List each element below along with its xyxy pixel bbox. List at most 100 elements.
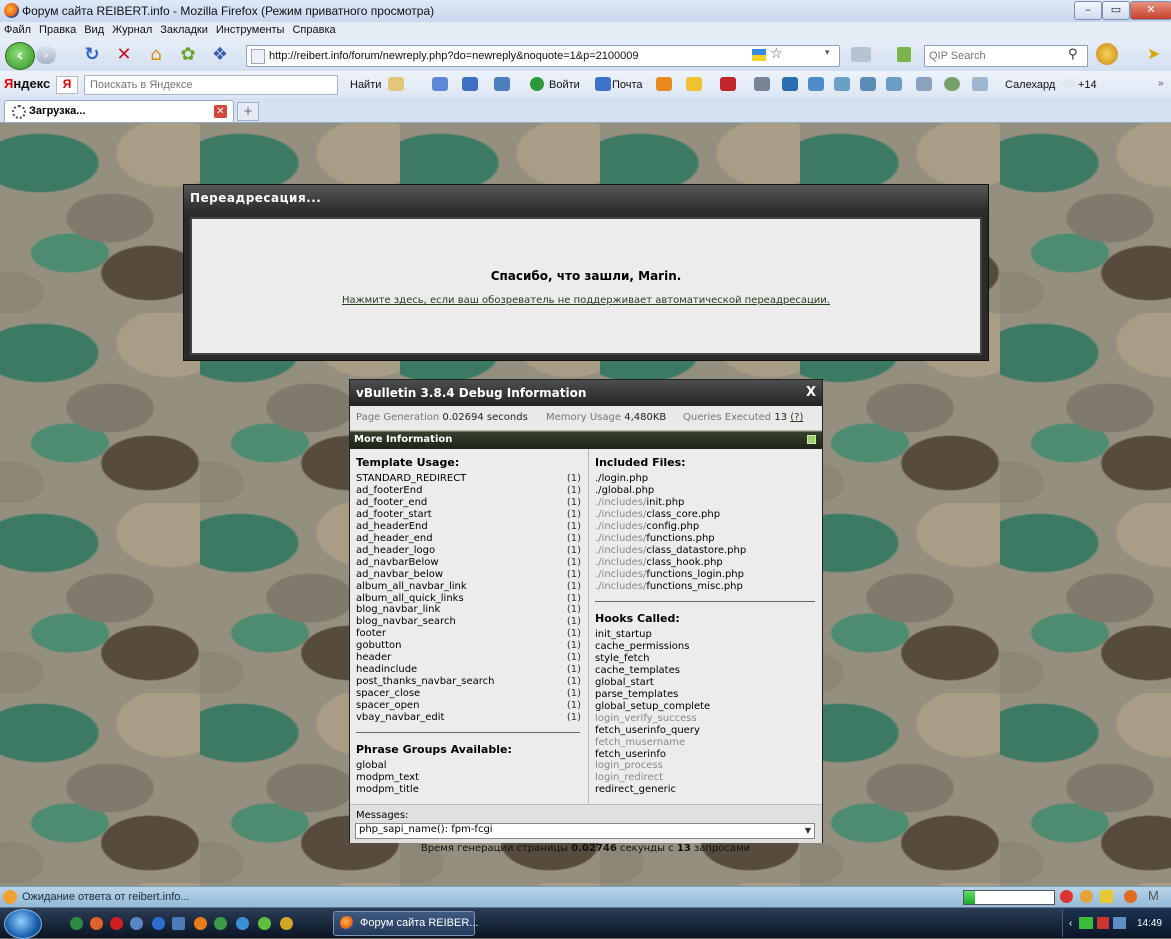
menu-bookmarks[interactable]: Закладки xyxy=(156,22,212,36)
globe-icon[interactable] xyxy=(236,917,249,930)
document-icon[interactable] xyxy=(972,77,988,91)
qip-search-box[interactable]: ⚲ xyxy=(924,45,1088,67)
new-tab-button[interactable]: + xyxy=(237,102,259,121)
template-name: ad_headerEnd xyxy=(356,520,428,532)
camera-icon[interactable] xyxy=(851,47,871,62)
firefox-status-icon[interactable] xyxy=(1124,890,1137,903)
yandex-ya-icon[interactable]: Я xyxy=(56,76,78,94)
menu-file[interactable]: Файл xyxy=(0,22,35,36)
yandex-mail-button[interactable]: Почта xyxy=(612,79,643,91)
people-icon[interactable] xyxy=(834,77,850,91)
file-name: class_datastore.php xyxy=(646,544,747,556)
photo-icon[interactable] xyxy=(916,77,932,91)
yandex-find-button[interactable]: Найти xyxy=(350,79,381,91)
menu-history[interactable]: Журнал xyxy=(108,22,156,36)
minimize-button[interactable]: – xyxy=(1074,1,1102,20)
login-icon[interactable] xyxy=(530,77,544,91)
icq-icon[interactable] xyxy=(258,917,271,930)
network-icon[interactable] xyxy=(1113,917,1126,929)
hook-item: cache_templates xyxy=(595,664,680,676)
taskbar-firefox-window[interactable]: Форум сайта REIBER... xyxy=(333,911,478,936)
translate-icon[interactable] xyxy=(462,77,478,91)
mail-icon[interactable] xyxy=(595,77,611,91)
quicklaunch-icon[interactable] xyxy=(280,917,293,930)
adblock-icon[interactable] xyxy=(1060,890,1073,903)
back-button[interactable]: ‹ xyxy=(5,42,35,70)
yandex-fish-icon[interactable] xyxy=(388,77,404,91)
start-button[interactable] xyxy=(4,909,42,939)
qip-icon[interactable] xyxy=(897,47,911,62)
toolbar-overflow-icon[interactable]: » xyxy=(1158,78,1164,89)
navigation-toolbar: ‹ › ↻ ✕ ⌂ ✿ ❖ ☆ ▾ ⚲ ➤ xyxy=(0,39,1171,72)
yandex-login-button[interactable]: Войти xyxy=(549,79,580,91)
yandex-logo[interactable]: Яндекс xyxy=(4,76,50,91)
reload-icon[interactable]: ↻ xyxy=(82,44,102,66)
clock[interactable]: 14:49 xyxy=(1137,918,1162,929)
messages-select[interactable]: php_sapi_name(): fpm-fcgi ▼ xyxy=(355,823,815,839)
quicklaunch-icon[interactable] xyxy=(70,917,83,930)
bookmark-star-icon[interactable]: ☆ xyxy=(770,46,783,62)
house-icon[interactable] xyxy=(860,77,876,91)
url-input[interactable] xyxy=(269,48,729,63)
search-icon[interactable]: ⚲ xyxy=(1068,47,1078,62)
friends-icon[interactable] xyxy=(886,77,902,91)
forward-button[interactable]: › xyxy=(36,46,56,64)
gear-icon[interactable] xyxy=(754,77,770,91)
template-usage-item: ad_footer_end (1) xyxy=(356,497,581,509)
star-icon[interactable] xyxy=(686,77,702,91)
debug-close-button[interactable]: X xyxy=(806,385,816,400)
monkey-status-icon[interactable] xyxy=(1080,890,1093,903)
firefox-icon[interactable] xyxy=(194,917,207,930)
close-window-button[interactable]: ✕ xyxy=(1130,1,1171,20)
tab-close-button[interactable]: ✕ xyxy=(214,105,227,118)
yandex-search-input[interactable] xyxy=(90,78,330,92)
template-usage-item: vbay_navbar_edit (1) xyxy=(356,712,581,724)
file-name: config.php xyxy=(646,520,700,532)
template-usage-item: ad_footer_start (1) xyxy=(356,509,581,521)
menu-tools[interactable]: Инструменты xyxy=(212,22,289,36)
tray-flag-icon[interactable] xyxy=(1097,917,1109,929)
collapse-toggle-icon[interactable] xyxy=(807,435,816,444)
globe-icon[interactable] xyxy=(944,77,960,91)
address-bar[interactable]: ☆ ▾ xyxy=(246,45,840,67)
quicklaunch-icon[interactable] xyxy=(90,917,103,930)
addon-icon[interactable]: ✿ xyxy=(178,44,198,66)
qip-search-input[interactable] xyxy=(929,48,1064,63)
template-count: (1) xyxy=(566,676,581,688)
yandex-toolbar: Яндекс Я Найти Войти Почта Салехард +14 … xyxy=(0,71,1171,99)
hook-item: global_setup_complete xyxy=(595,700,711,712)
tray-app-icon[interactable] xyxy=(1079,917,1093,929)
desktop-icon[interactable] xyxy=(172,917,185,930)
cart-icon[interactable] xyxy=(656,77,672,91)
maximize-button[interactable]: ▭ xyxy=(1102,1,1130,20)
monkey-icon[interactable] xyxy=(1096,43,1118,65)
redirect-manual-link[interactable]: Нажмите здесь, если ваш обозреватель не … xyxy=(192,295,980,306)
envelope-icon[interactable] xyxy=(808,77,824,91)
url-dropdown-icon[interactable]: ▾ xyxy=(825,48,830,58)
tab-loading[interactable]: Загрузка... ✕ xyxy=(4,100,234,122)
weather-city[interactable]: Салехард xyxy=(1005,79,1055,91)
template-name: ad_navbarBelow xyxy=(356,556,439,568)
menu-edit[interactable]: Правка xyxy=(35,22,80,36)
yandex-bar-icon[interactable] xyxy=(720,77,736,91)
included-files-title: Included Files: xyxy=(595,456,686,469)
spellcheck-icon[interactable] xyxy=(432,77,448,91)
mail-status-icon[interactable]: M xyxy=(1148,888,1159,903)
vk-icon[interactable] xyxy=(782,77,798,91)
tray-expand-icon[interactable]: ‹ xyxy=(1069,918,1072,929)
redirect-body: Спасибо, что зашли, Marin. Нажмите здесь… xyxy=(190,217,982,355)
menu-view[interactable]: Вид xyxy=(80,22,108,36)
quicklaunch-icon[interactable] xyxy=(130,917,143,930)
home-icon[interactable]: ⌂ xyxy=(146,44,166,66)
yandex-tools-icon[interactable] xyxy=(494,77,510,91)
stop-icon[interactable]: ✕ xyxy=(114,44,134,66)
cursor-status-icon[interactable] xyxy=(1100,890,1113,903)
yandex-search-box[interactable] xyxy=(84,75,338,95)
opera-icon[interactable] xyxy=(110,917,123,930)
more-information-bar[interactable]: More Information xyxy=(350,431,822,449)
ie-icon[interactable] xyxy=(152,917,165,930)
quicklaunch-icon[interactable] xyxy=(214,917,227,930)
cursor-icon[interactable]: ➤ xyxy=(1147,44,1160,63)
queries-help-link[interactable]: (?) xyxy=(790,412,803,423)
menu-help[interactable]: Справка xyxy=(288,22,339,36)
